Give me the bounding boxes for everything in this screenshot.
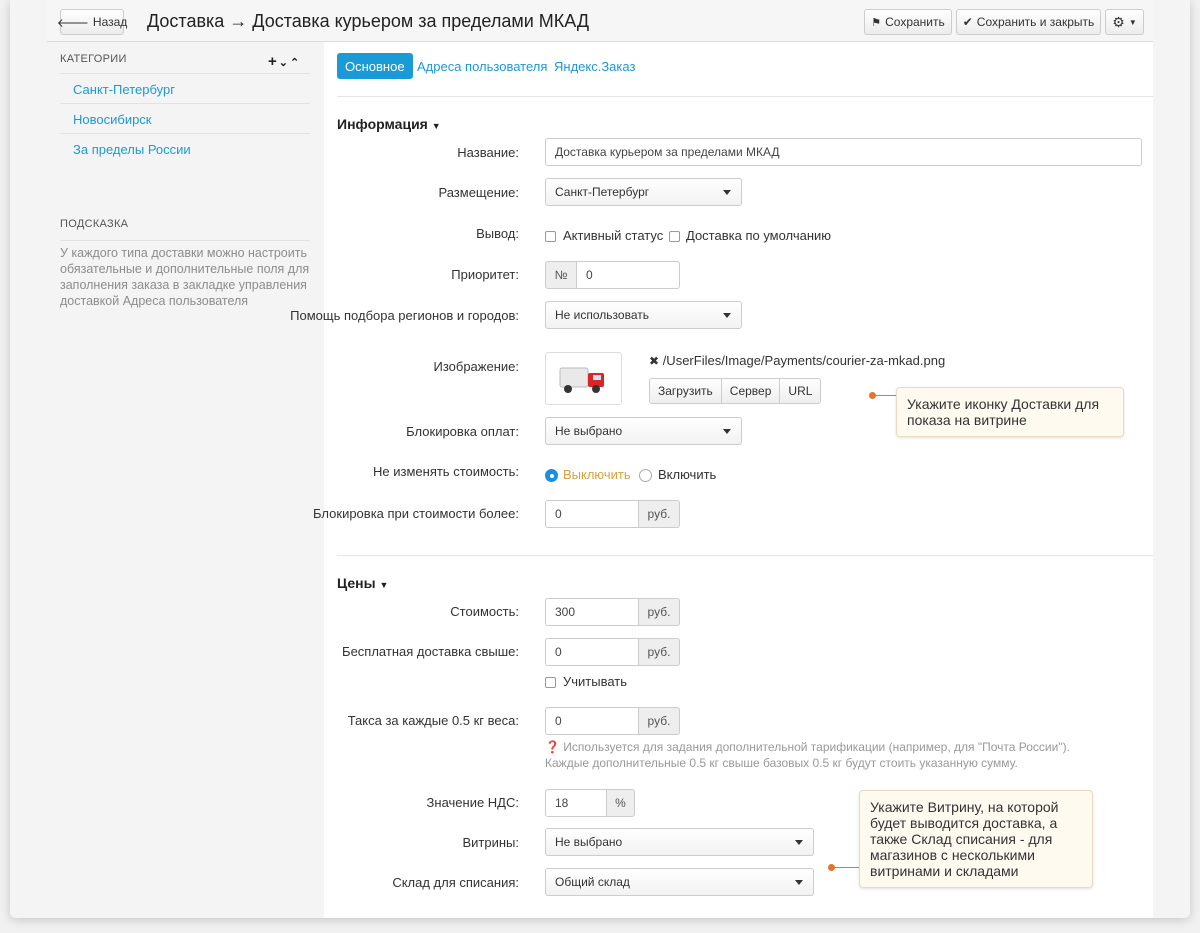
priority-label: Приоритет: [451,267,519,282]
main-content: Основное Адреса пользователя Яндекс.Зака… [290,42,1153,918]
caret-down-icon [723,429,731,434]
caret-down-icon [795,880,803,885]
output-label: Вывод: [476,226,519,241]
server-button[interactable]: Сервер [720,378,781,404]
delivery-image-preview[interactable] [545,352,622,405]
payment-block-select[interactable]: Не выбрано [545,417,742,445]
active-status-checkbox[interactable] [545,231,556,242]
image-label: Изображение: [433,359,519,374]
region-help-label: Помощь подбора регионов и городов: [290,308,519,323]
app-window: 🡐 Назад Доставка → Доставка курьером за … [10,0,1190,918]
priority-input[interactable]: 0 [576,261,680,289]
block-over-label: Блокировка при стоимости более: [313,506,519,521]
active-status-label: Активный статус [563,228,664,243]
showcase-hint-callout: Укажите Витрину, на которой будет выводи… [859,790,1093,888]
consider-checkbox[interactable] [545,677,556,688]
sidebar: КАТЕГОРИИ +⌄⌃ Санкт-Петербург Новосибирс… [47,42,324,918]
settings-dropdown-button[interactable]: ⚙ ▼ [1105,9,1144,35]
tab-main[interactable]: Основное [337,53,413,79]
callout-line [873,395,897,396]
hint-text: У каждого типа доставки можно настроить … [60,240,310,309]
enable-radio[interactable] [639,469,652,482]
plus-icon[interactable]: + [268,53,279,70]
save-close-button[interactable]: ✔ Сохранить и закрыть [956,9,1101,35]
cost-label: Стоимость: [450,604,519,619]
priority-prefix: № [545,261,577,289]
name-label: Название: [457,145,519,160]
question-circle-icon: ❓ [545,740,560,754]
caret-down-icon [795,840,803,845]
chevron-up-icon[interactable]: ⌃ [290,57,301,69]
url-button[interactable]: URL [779,378,822,404]
vat-unit: % [606,789,635,817]
caret-down-icon: ▼ [379,580,389,590]
callout-line [832,867,859,868]
block-over-currency: руб. [638,500,680,528]
chevron-down-icon[interactable]: ⌄ [279,57,290,69]
cost-currency: руб. [638,598,680,626]
back-button[interactable]: 🡐 Назад [56,9,127,35]
icon-hint-callout: Укажите иконку Доставки для показа на ви… [896,387,1124,437]
save-button[interactable]: ⚑ Сохранить [864,9,952,35]
sidebar-item-abroad[interactable]: За пределы России [60,133,310,163]
gear-icon: ⚙ [1112,13,1125,30]
placement-label: Размещение: [438,185,519,200]
info-section-title[interactable]: Информация ▼ [337,116,441,132]
showcases-select[interactable]: Не выбрано [545,828,814,856]
keep-price-label: Не изменять стоимость: [373,464,519,479]
remove-circle-icon[interactable]: ✖ [649,354,659,368]
categories-heading: КАТЕГОРИИ [60,53,127,65]
hint-heading: ПОДСКАЗКА [60,218,129,230]
divider [337,96,1153,97]
consider-label: Учитывать [563,674,628,689]
check-icon: ✔ [962,15,973,29]
vat-label: Значение НДС: [426,795,519,810]
caret-down-icon [723,313,731,318]
free-over-currency: руб. [638,638,680,666]
image-path: ✖ /UserFiles/Image/Payments/courier-za-m… [649,353,946,368]
cost-input[interactable]: 300 [545,598,639,626]
free-over-input[interactable]: 0 [545,638,639,666]
tab-user-addresses[interactable]: Адреса пользователя [409,53,555,79]
disable-label: Выключить [563,467,631,482]
right-gutter [1153,0,1190,918]
prices-section-title[interactable]: Цены ▼ [337,575,388,591]
caret-down-icon: ▼ [431,121,441,131]
caret-down-icon [723,190,731,195]
default-delivery-checkbox[interactable] [669,231,680,242]
name-input[interactable]: Доставка курьером за пределами МКАД [545,138,1142,166]
tax-input[interactable]: 0 [545,707,639,735]
warehouse-label: Склад для списания: [392,875,519,890]
category-tools: +⌄⌃ [268,53,301,70]
disable-radio[interactable] [545,469,558,482]
image-source-buttons: Загрузить Сервер URL [649,378,822,404]
arrow-left-icon: 🡐 [56,15,89,30]
free-over-label: Бесплатная доставка свыше: [342,644,519,659]
enable-label: Включить [658,467,717,482]
tax-label: Такса за каждые 0.5 кг веса: [347,713,519,728]
showcases-label: Витрины: [462,835,519,850]
top-toolbar: 🡐 Назад Доставка → Доставка курьером за … [47,0,1153,42]
page-title: Доставка → Доставка курьером за пределам… [147,11,590,31]
default-delivery-label: Доставка по умолчанию [686,228,832,243]
sidebar-item-spb[interactable]: Санкт-Петербург [60,73,310,103]
truck-icon [559,367,604,393]
sidebar-item-novosibirsk[interactable]: Новосибирск [60,103,310,133]
left-gutter [10,0,47,918]
tax-note: ❓ Используется для задания дополнительно… [545,740,1070,754]
placement-select[interactable]: Санкт-Петербург [545,178,742,206]
divider [337,555,1153,556]
tax-currency: руб. [638,707,680,735]
tab-yandex-order[interactable]: Яндекс.Заказ [546,53,643,79]
region-help-select[interactable]: Не использовать [545,301,742,329]
flag-icon: ⚑ [871,16,882,29]
caret-down-icon: ▼ [1128,17,1137,27]
vat-input[interactable]: 18 [545,789,607,817]
tax-note-second-line: Каждые дополнительные 0.5 кг свыше базов… [545,756,1018,770]
warehouse-select[interactable]: Общий склад [545,868,814,896]
payment-block-label: Блокировка оплат: [406,424,519,439]
upload-button[interactable]: Загрузить [649,378,722,404]
block-over-input[interactable]: 0 [545,500,639,528]
